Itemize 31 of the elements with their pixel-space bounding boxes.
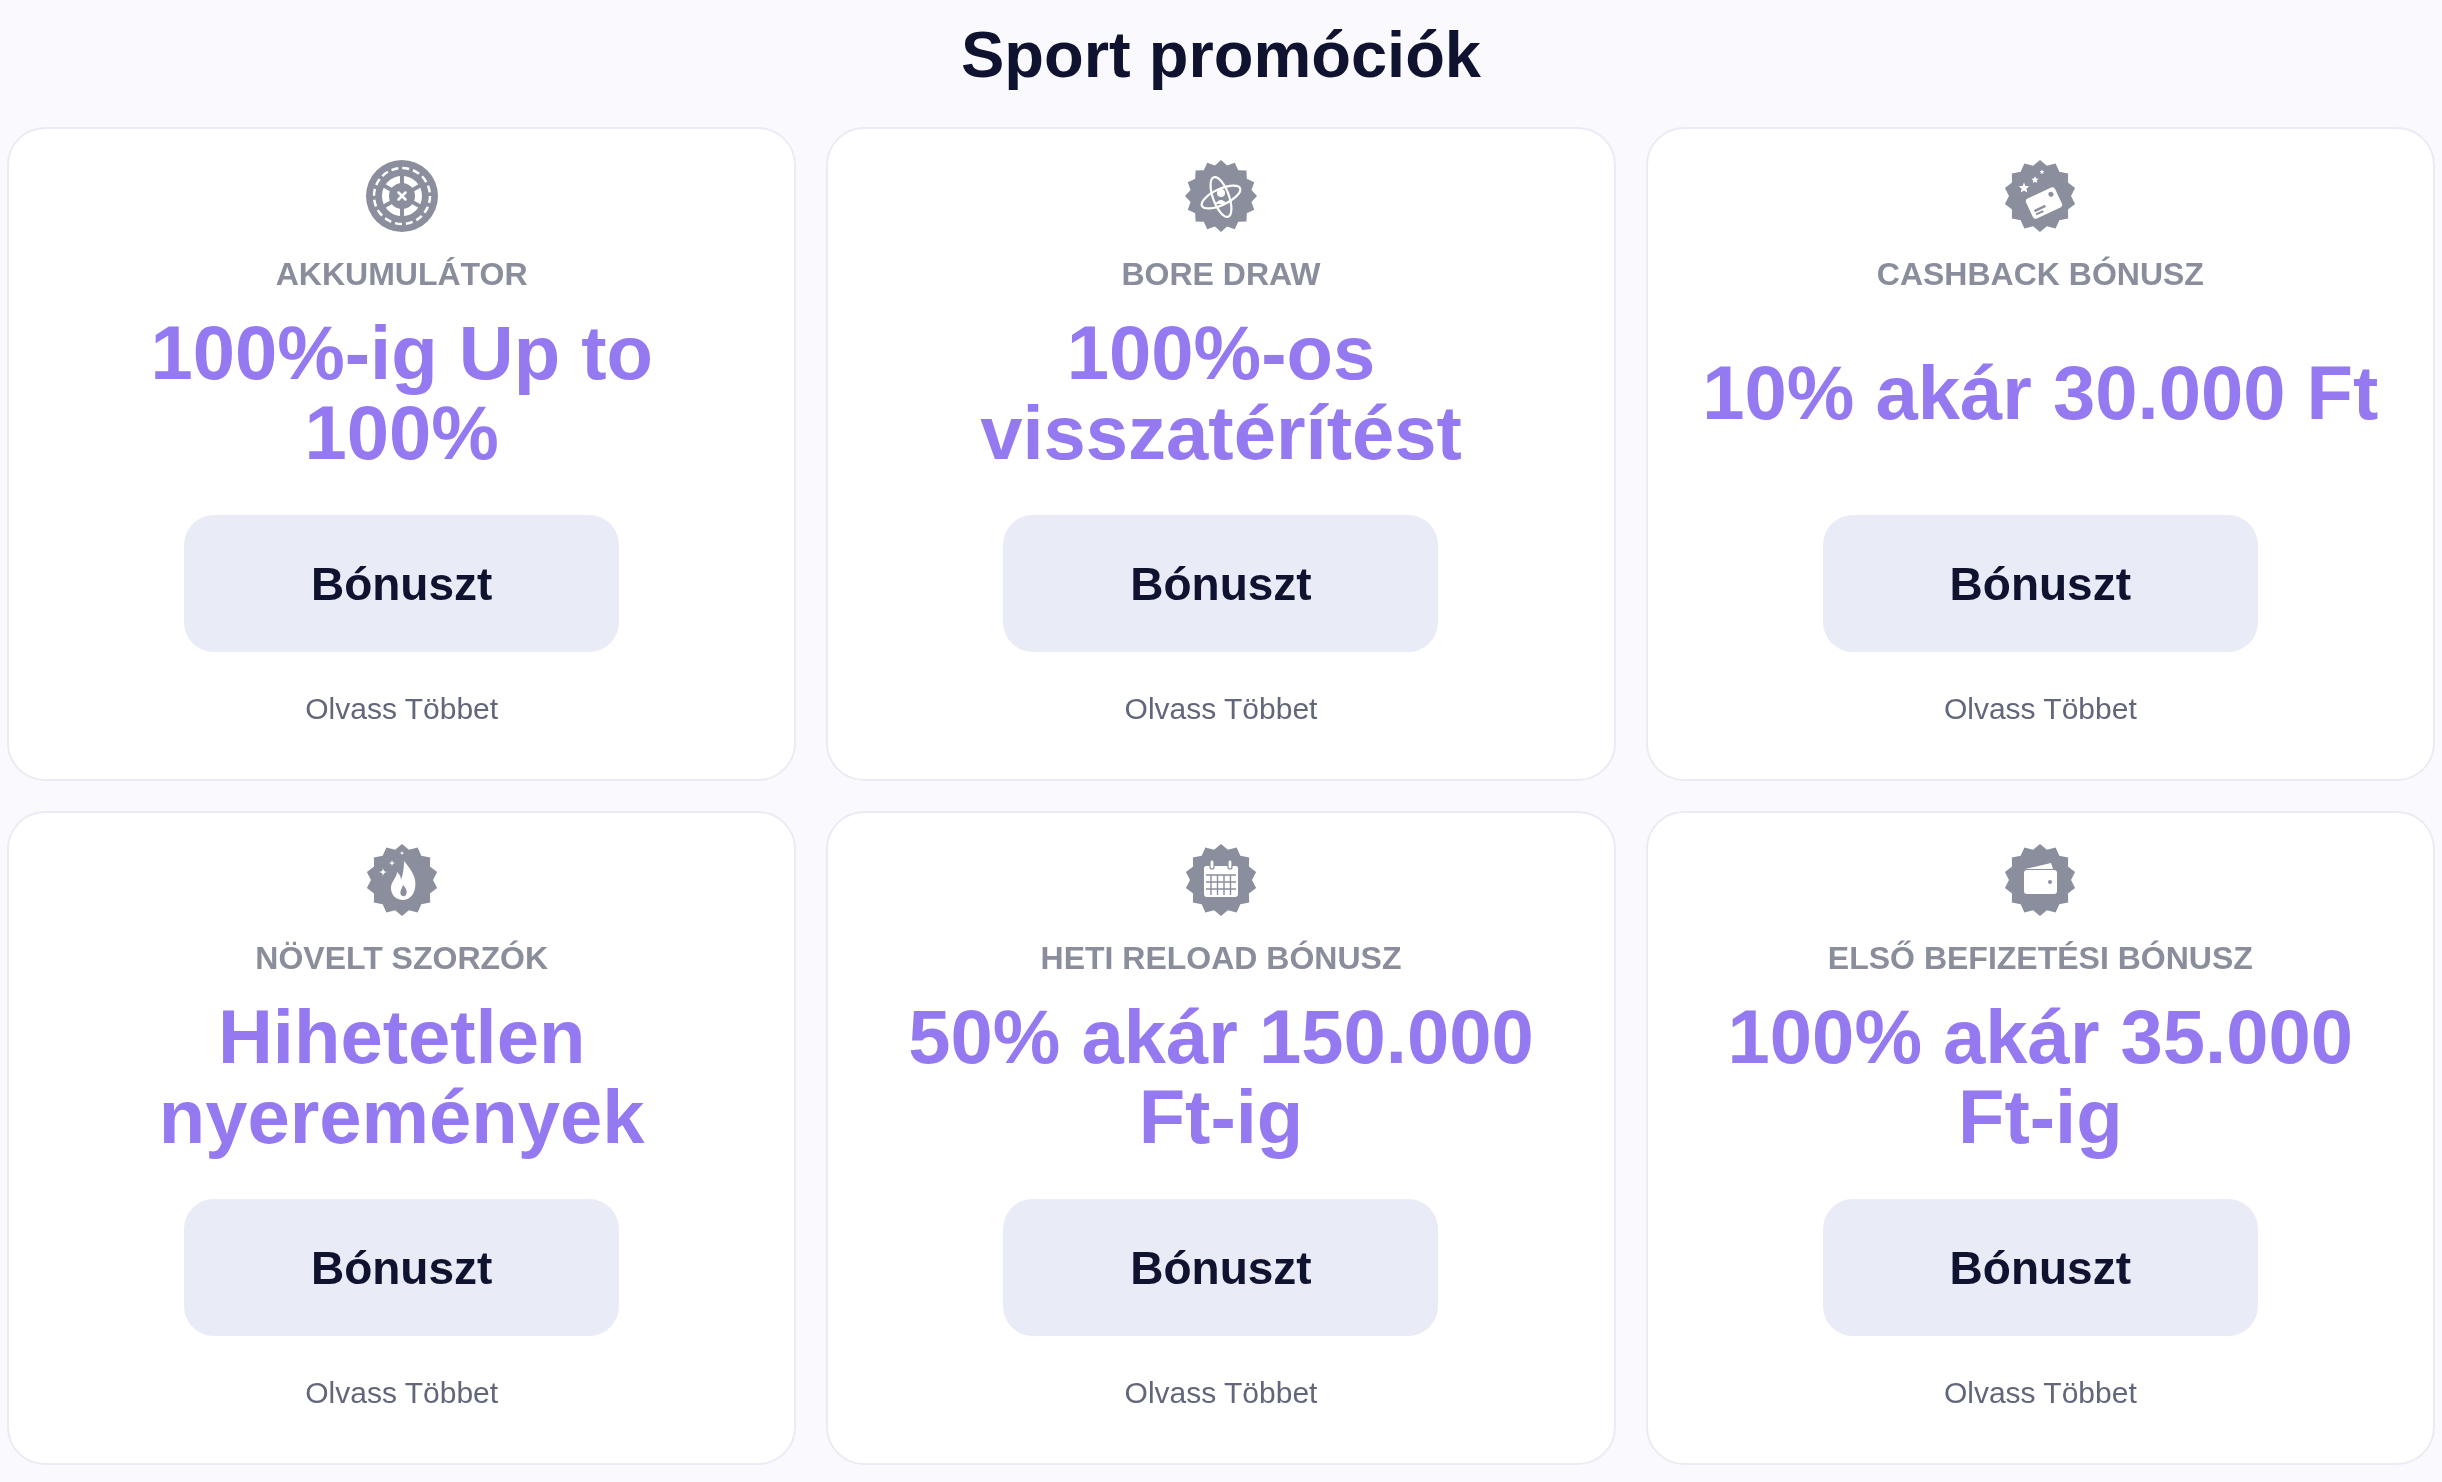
promo-headline: Hihetetlen nyeremények [157,997,646,1157]
bonus-button[interactable]: Bónuszt [1003,515,1439,652]
bonus-button[interactable]: Bónuszt [1003,1199,1439,1336]
flame-badge-icon [365,844,438,916]
category-label: HETI RELOAD BÓNUSZ [1040,939,1402,978]
calendar-badge-icon [1185,844,1257,916]
read-more-link[interactable]: Olvass Többet [305,691,499,727]
bonus-button[interactable]: Bónuszt [1822,1199,2258,1336]
promo-headline: 100%-ig Up to 100% [149,313,654,473]
bonus-button[interactable]: Bónuszt [1822,515,2258,652]
wheel-icon [365,160,438,232]
read-more-link[interactable]: Olvass Többet [1124,1375,1318,1411]
atom-badge-icon [1185,160,1257,232]
read-more-link[interactable]: Olvass Többet [1124,691,1318,727]
category-label: CASHBACK BÓNUSZ [1876,255,2204,294]
category-label: AKKUMULÁTOR [275,255,528,294]
read-more-link[interactable]: Olvass Többet [305,1375,499,1411]
category-label: NÖVELT SZORZÓK [255,939,549,978]
promo-headline: 10% akár 30.000 Ft [1702,353,2379,433]
wallet-badge-icon [2004,844,2077,916]
bonus-button[interactable]: Bónuszt [184,1199,620,1336]
category-label: BORE DRAW [1121,255,1321,294]
promo-headline: 50% akár 150.000 Ft-ig [907,997,1535,1157]
promo-headline: 100%-os visszatérítést [979,313,1463,473]
card-badge-icon [2004,160,2077,232]
bonus-button[interactable]: Bónuszt [184,515,620,652]
page-title: Sport promóciók [960,17,1481,93]
promo-headline: 100% akár 35.000 Ft-ig [1726,997,2355,1157]
read-more-link[interactable]: Olvass Többet [1943,1375,2137,1411]
read-more-link[interactable]: Olvass Többet [1943,691,2137,727]
category-label: ELSŐ BEFIZETÉSI BÓNUSZ [1827,939,2253,978]
